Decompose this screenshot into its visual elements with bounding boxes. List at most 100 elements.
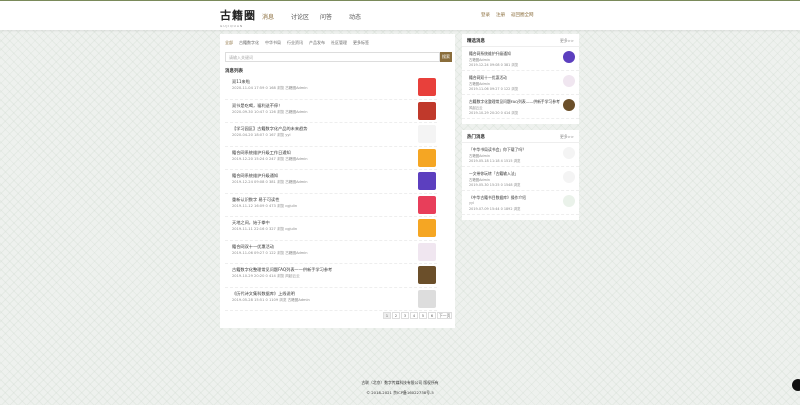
- item-thumbnail[interactable]: [418, 219, 436, 237]
- register-link[interactable]: 注册: [496, 12, 505, 18]
- top-navbar: 古籍圈 GUJIQUAN 消息 讨论区 问答 动态 登录 注册 返回圈全网: [0, 0, 800, 30]
- sidebar-item-author: yyl: [469, 201, 474, 205]
- category-all[interactable]: 全部: [225, 40, 233, 46]
- list-item[interactable]: 天地之间，始于拳中 2019-11-11 22:16 0 327 浏览 cgjul…: [225, 217, 437, 241]
- item-meta: 2020-04-20 18:07 0 167 浏览 yyl: [232, 133, 291, 137]
- item-title[interactable]: 双11来啦: [232, 79, 250, 85]
- category-more[interactable]: 更多标签: [353, 40, 369, 46]
- item-title[interactable]: 重新认识数字 易于可读性: [232, 197, 279, 203]
- list-item[interactable]: 古籍数字化整理常见问题FAQ列表——供新手学习参考 2019-10-29 20:2…: [225, 264, 437, 288]
- pagination: 1 2 3 4 5 6 下一页: [383, 312, 453, 319]
- message-list-panel: 全部 古籍数字化 中华书局 行业资讯 产品发布 社区管理 更多标签 请输入关键词…: [220, 34, 455, 328]
- footer: 古联（北京）数字传媒科技有限公司 版权所有 © 2018-2021 京ICP备1…: [0, 380, 800, 400]
- item-thumbnail[interactable]: [418, 101, 436, 120]
- item-title[interactable]: 《历代诗文集科数据库》上线说明: [232, 291, 295, 297]
- item-thumbnail[interactable]: [418, 266, 436, 284]
- featured-more-link[interactable]: 更多>>: [560, 38, 574, 44]
- sidebar-item-thumbnail[interactable]: [563, 171, 575, 183]
- category-industry[interactable]: 行业资讯: [287, 40, 303, 46]
- nav-item-forum[interactable]: 讨论区: [291, 12, 320, 21]
- list-item[interactable]: 籍合网双十一优惠活动 2019-11-06 09:27 0 122 浏览 古籍圈A…: [225, 241, 437, 264]
- list-item[interactable]: 重新认识数字 易于可读性 2019-11-12 16:09 0 473 浏览 cg…: [225, 194, 437, 217]
- item-thumbnail[interactable]: [418, 172, 436, 190]
- list-item[interactable]: 【学习园区】古籍数字化产品的未来趋势 2020-04-20 18:07 0 167…: [225, 123, 437, 147]
- item-thumbnail[interactable]: [418, 148, 436, 167]
- item-title[interactable]: 籍合网系统维护升级工作日通知: [232, 150, 291, 156]
- main-nav: 消息 讨论区 问答 动态: [262, 12, 378, 21]
- nav-item-news[interactable]: 消息: [262, 12, 291, 21]
- sidebar-item-meta: 2019-10-29 20:20 0 414 浏览: [469, 111, 519, 115]
- sidebar-list-item[interactable]: 籍合网双十一优惠活动 古籍圈Admin 2019-11-06 09:27 0 122…: [462, 71, 579, 95]
- sidebar-item-meta: 2019-07-09 15:44 0 1892 浏览: [469, 207, 521, 211]
- hot-header: 热门消息 更多>>: [462, 130, 579, 143]
- item-title[interactable]: 双节是吃喝，福利送不停！: [232, 103, 282, 109]
- item-title[interactable]: 籍合网系统维护升级通知: [232, 173, 278, 179]
- sidebar-item-thumbnail[interactable]: [563, 195, 575, 207]
- sidebar-item-meta: 2019-12-24 09:08 0 381 浏览: [469, 63, 519, 67]
- footer-company: 古联（北京）数字传媒科技有限公司 版权所有: [361, 380, 439, 385]
- item-thumbnail[interactable]: [418, 195, 436, 214]
- page-button[interactable]: 1: [383, 312, 391, 319]
- page-button[interactable]: 4: [410, 312, 418, 319]
- logo-subtext: GUJIQUAN: [220, 24, 244, 28]
- category-product[interactable]: 产品发布: [309, 40, 325, 46]
- item-meta: 2019-12-24 09:08 0 381 浏览 古籍圈Admin: [232, 180, 308, 184]
- item-thumbnail[interactable]: [418, 242, 436, 261]
- page-button[interactable]: 2: [392, 312, 400, 319]
- item-meta: 2019-05-28 15:51 0 1109 浏览 古籍圈Admin: [232, 297, 310, 302]
- category-zhonghua[interactable]: 中华书局: [265, 40, 281, 46]
- item-title[interactable]: 【学习园区】古籍数字化产品的未来趋势: [232, 126, 307, 132]
- item-title[interactable]: 天地之间，始于拳中: [232, 220, 270, 226]
- sidebar-item-meta: 2019-05-30 15:25 0 1548 浏览: [469, 183, 521, 187]
- list-item[interactable]: 双节是吃喝，福利送不停！ 2020-09-30 10:47 0 126 浏览 古籍…: [225, 100, 437, 123]
- item-meta: 2019-11-12 16:09 0 473 浏览 cgjulin: [232, 203, 298, 208]
- item-title[interactable]: 籍合网双十一优惠活动: [232, 244, 274, 250]
- next-page-button[interactable]: 下一页: [437, 312, 453, 319]
- sidebar-list-item[interactable]: 籍合网系统维护升级通知 古籍圈Admin 2019-12-24 09:08 0 38…: [462, 47, 579, 71]
- sidebar-list-item[interactable]: 《中华古籍书目数据库》操作介绍 yyl 2019-07-09 15:44 0 189…: [462, 191, 579, 215]
- hot-list: 「中华书局读书会」你下载了吗？ 古籍圈Admin 2019-05-18 11:18 …: [462, 143, 579, 215]
- sidebar-item-thumbnail[interactable]: [563, 99, 575, 111]
- sidebar-item-title[interactable]: 古籍数字化整理常见问题FAQ列表——供新手学习参考: [469, 99, 560, 105]
- nav-item-feed[interactable]: 动态: [349, 12, 378, 21]
- item-title[interactable]: 古籍数字化整理常见问题FAQ列表——供新手学习参考: [232, 267, 332, 273]
- list-item[interactable]: 《历代诗文集科数据库》上线说明 2019-05-28 15:51 0 1109 浏…: [225, 288, 437, 311]
- page-button[interactable]: 3: [401, 312, 409, 319]
- page-button[interactable]: 6: [428, 312, 436, 319]
- category-community[interactable]: 社区管理: [331, 40, 347, 46]
- item-thumbnail[interactable]: [418, 125, 436, 143]
- item-meta: 2020-09-30 10:47 0 126 浏览 古籍圈Admin: [232, 109, 308, 114]
- item-thumbnail[interactable]: [418, 289, 436, 308]
- search-input[interactable]: 请输入关键词: [225, 52, 440, 62]
- list-item[interactable]: 籍合网系统维护升级工作日通知 2019-12-20 15:24 0 247 浏览 …: [225, 147, 437, 170]
- sidebar-item-thumbnail[interactable]: [563, 51, 575, 63]
- login-link[interactable]: 登录: [481, 12, 490, 18]
- list-title: 消息列表: [225, 69, 243, 74]
- sidebar-list-item[interactable]: 古籍数字化整理常见问题FAQ列表——供新手学习参考 风起云云 2019-10-29 …: [462, 95, 579, 119]
- site-logo[interactable]: 古籍圈 GUJIQUAN: [220, 7, 256, 28]
- sidebar-item-meta: 2019-05-18 11:18 4 1515 浏览: [469, 159, 521, 163]
- hot-title: 热门消息: [467, 135, 485, 140]
- sidebar-item-title[interactable]: 《中华古籍书目数据库》操作介绍: [469, 195, 526, 201]
- item-meta: 2019-11-06 09:27 0 122 浏览 古籍圈Admin: [232, 250, 308, 255]
- sidebar-list-item[interactable]: 「中华书局读书会」你下载了吗？ 古籍圈Admin 2019-05-18 11:18 …: [462, 143, 579, 167]
- sidebar-item-thumbnail[interactable]: [563, 147, 575, 159]
- item-meta: 2019-11-11 22:16 0 327 浏览 cgjulin: [232, 227, 298, 231]
- message-list: 双11来啦 2020-11-04 17:59 0 168 浏览 古籍圈Admin 双…: [225, 76, 437, 311]
- footer-icp: © 2018-2021 京ICP备16022738号-5: [366, 390, 434, 395]
- hot-more-link[interactable]: 更多>>: [560, 134, 574, 140]
- logo-text: 古籍圈: [220, 9, 256, 22]
- list-item[interactable]: 籍合网系统维护升级通知 2019-12-24 09:08 0 381 浏览 古籍圈…: [225, 170, 437, 194]
- list-item[interactable]: 双11来啦 2020-11-04 17:59 0 168 浏览 古籍圈Admin: [225, 76, 437, 100]
- sidebar-list-item[interactable]: 一文带你玩转「古籍输入法」 古籍圈Admin 2019-05-30 15:25 0 …: [462, 167, 579, 191]
- sidebar-item-thumbnail[interactable]: [563, 75, 575, 87]
- category-filter: 全部 古籍数字化 中华书局 行业资讯 产品发布 社区管理 更多标签: [225, 40, 369, 46]
- page-button[interactable]: 5: [419, 312, 427, 319]
- back-to-top-button[interactable]: [792, 379, 800, 391]
- item-thumbnail[interactable]: [418, 78, 436, 96]
- nav-item-qa[interactable]: 问答: [320, 12, 349, 21]
- category-digitization[interactable]: 古籍数字化: [239, 40, 259, 46]
- back-home-link[interactable]: 返回圈全网: [511, 12, 534, 18]
- search-button[interactable]: 搜索: [440, 52, 452, 62]
- featured-header: 精选消息 更多>>: [462, 34, 579, 47]
